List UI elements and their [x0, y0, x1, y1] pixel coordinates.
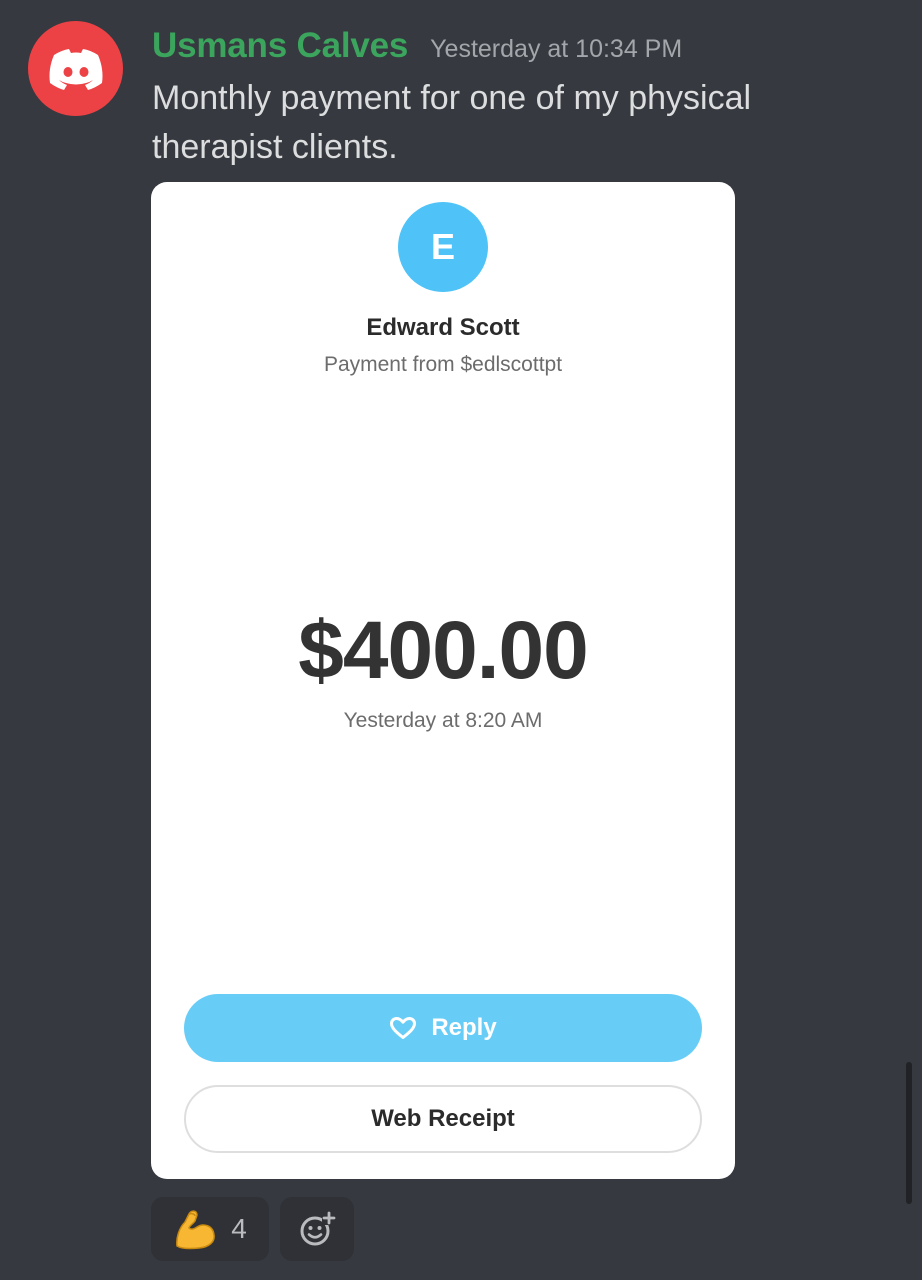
username[interactable]: Usmans Calves — [152, 26, 408, 66]
reply-button[interactable]: Reply — [184, 994, 702, 1062]
reaction-count: 4 — [231, 1213, 247, 1244]
web-receipt-button[interactable]: Web Receipt — [184, 1085, 702, 1153]
payment-screenshot[interactable]: E Edward Scott Payment from $edlscottpt … — [151, 182, 735, 1179]
web-receipt-label: Web Receipt — [371, 1105, 515, 1132]
reply-label: Reply — [431, 1014, 497, 1041]
payment-amount: $400.00 — [298, 605, 588, 696]
reaction-flexed-biceps[interactable]: 4 — [151, 1197, 269, 1261]
message-text: Monthly payment for one of my physical t… — [152, 79, 752, 166]
chat-message: Usmans Calves Yesterday at 10:34 PM Mont… — [0, 0, 922, 1280]
message-header: Usmans Calves Yesterday at 10:34 PM — [152, 26, 682, 66]
add-reaction-icon — [300, 1211, 336, 1246]
flexed-biceps-icon — [176, 1210, 216, 1250]
payment-time: Yesterday at 8:20 AM — [343, 709, 543, 732]
payer-avatar: E — [398, 202, 488, 292]
add-reaction-button[interactable] — [280, 1197, 354, 1261]
message-timestamp: Yesterday at 10:34 PM — [430, 35, 683, 63]
payment-subtitle: Payment from $edlscottpt — [323, 353, 563, 376]
payer-name: Edward Scott — [366, 314, 520, 341]
scrollbar-thumb[interactable] — [906, 1062, 912, 1204]
user-avatar[interactable] — [28, 21, 123, 116]
heart-outline-icon — [390, 1017, 417, 1039]
discord-logo-icon — [49, 48, 102, 90]
